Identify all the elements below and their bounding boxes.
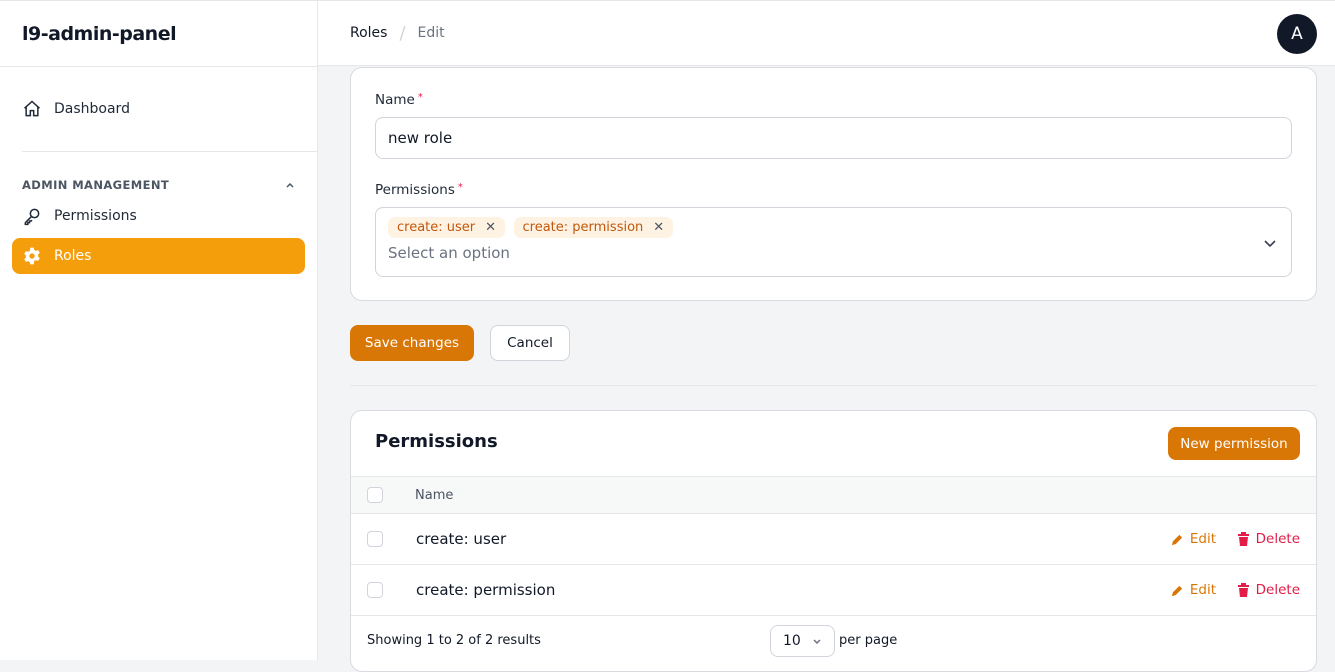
sidebar-item-label: Permissions (54, 208, 137, 224)
pagination: Showing 1 to 2 of 2 results 10 per page (351, 615, 1316, 665)
permissions-multiselect[interactable]: create: user ✕ create: permission ✕ Select… (375, 207, 1292, 277)
divider (22, 151, 317, 152)
sidebar-item-permissions[interactable]: Permissions (12, 198, 305, 234)
save-changes-button[interactable]: Save changes (350, 325, 474, 361)
table-header: Name (351, 476, 1316, 513)
breadcrumb-separator: / (399, 22, 406, 44)
sidebar-item-label: Dashboard (54, 101, 130, 117)
breadcrumb-roles[interactable]: Roles (350, 25, 387, 41)
chevron-up-icon[interactable] (285, 180, 295, 190)
permissions-search-input[interactable]: Select an option (388, 244, 1279, 262)
delete-action[interactable]: Delete (1237, 582, 1300, 598)
key-icon (24, 208, 40, 226)
permissions-table-card: Permissions New permission Name create: … (350, 410, 1317, 672)
group-label: ADMIN MANAGEMENT (22, 178, 170, 192)
per-page-select[interactable]: 10 (770, 624, 835, 657)
select-all-checkbox[interactable] (367, 487, 383, 503)
chevron-down-icon (813, 638, 821, 644)
trash-icon (1237, 532, 1249, 546)
avatar[interactable]: A (1277, 14, 1317, 54)
header: Roles / Edit A (318, 0, 1335, 66)
sidebar-item-roles[interactable]: Roles (12, 238, 305, 274)
home-icon (24, 100, 40, 117)
cancel-button[interactable]: Cancel (490, 325, 570, 361)
new-permission-button[interactable]: New permission (1168, 427, 1300, 460)
edit-action[interactable]: Edit (1171, 582, 1216, 598)
chevron-down-icon[interactable] (1263, 236, 1277, 250)
name-input[interactable]: new role (375, 117, 1292, 159)
permission-name: create: permission (416, 581, 556, 599)
row-checkbox[interactable] (367, 531, 383, 547)
role-form-card: Name * new role Permissions * create: user… (350, 67, 1317, 301)
remove-tag-icon[interactable]: ✕ (653, 220, 664, 235)
column-header-name[interactable]: Name (415, 488, 453, 503)
permission-tag: create: permission ✕ (513, 217, 674, 238)
cog-icon (24, 247, 40, 265)
breadcrumb-edit: Edit (417, 25, 445, 41)
pencil-icon (1171, 585, 1182, 596)
permission-tag: create: user ✕ (388, 217, 506, 238)
remove-tag-icon[interactable]: ✕ (485, 220, 496, 235)
trash-icon (1237, 583, 1249, 597)
edit-action[interactable]: Edit (1171, 531, 1216, 547)
delete-action[interactable]: Delete (1237, 531, 1300, 547)
results-summary: Showing 1 to 2 of 2 results (367, 633, 541, 648)
divider (350, 385, 1317, 386)
table-row: create: permission Edit Delete (351, 564, 1316, 615)
sidebar-item-label: Roles (54, 248, 92, 264)
sidebar-group-admin-management[interactable]: ADMIN MANAGEMENT (22, 178, 295, 192)
name-label: Name * (375, 92, 423, 108)
table-row: create: user Edit Delete (351, 513, 1316, 564)
app-title: l9-admin-panel (0, 1, 317, 67)
row-checkbox[interactable] (367, 582, 383, 598)
table-title: Permissions (375, 431, 498, 452)
permissions-label: Permissions * (375, 182, 463, 198)
per-page-label: per page (839, 633, 898, 648)
sidebar: l9-admin-panel Dashboard ADMIN MANAGEMEN… (0, 0, 318, 660)
permission-name: create: user (416, 530, 507, 548)
sidebar-item-dashboard[interactable]: Dashboard (12, 91, 305, 127)
pencil-icon (1171, 534, 1182, 545)
